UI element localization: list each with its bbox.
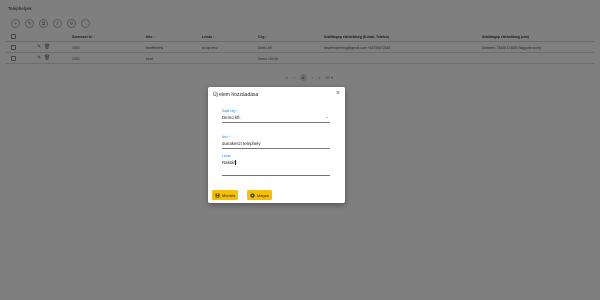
add-item-dialog: Új elem hozzáadása × Saját cég * Demo kf… xyxy=(208,87,345,203)
company-label: Saját cég * xyxy=(222,109,238,113)
name-value[interactable]: dunakeszi telephely xyxy=(222,141,330,146)
cancel-button[interactable]: Mégse xyxy=(247,190,273,200)
cancel-label: Mégse xyxy=(257,192,270,198)
close-icon[interactable]: × xyxy=(336,90,340,98)
description-label: Leírás xyxy=(222,154,231,158)
company-value[interactable]: Demo kft. xyxy=(222,115,330,120)
name-field[interactable]: Név * dunakeszi telephely xyxy=(222,135,330,149)
name-label: Név * xyxy=(222,135,230,139)
company-select[interactable]: Saját cég * Demo kft. ⌄ xyxy=(222,109,330,123)
text-cursor xyxy=(235,160,236,165)
description-value[interactable]: Raktár xyxy=(222,160,235,165)
description-field[interactable]: Leírás Raktár xyxy=(222,154,330,176)
chevron-down-icon[interactable]: ⌄ xyxy=(326,114,329,119)
cancel-icon xyxy=(250,192,255,198)
dialog-title: Új elem hozzáadása xyxy=(213,92,259,98)
save-label: Mentés xyxy=(222,192,236,198)
save-button[interactable]: Mentés xyxy=(212,190,239,200)
save-icon xyxy=(215,193,220,197)
